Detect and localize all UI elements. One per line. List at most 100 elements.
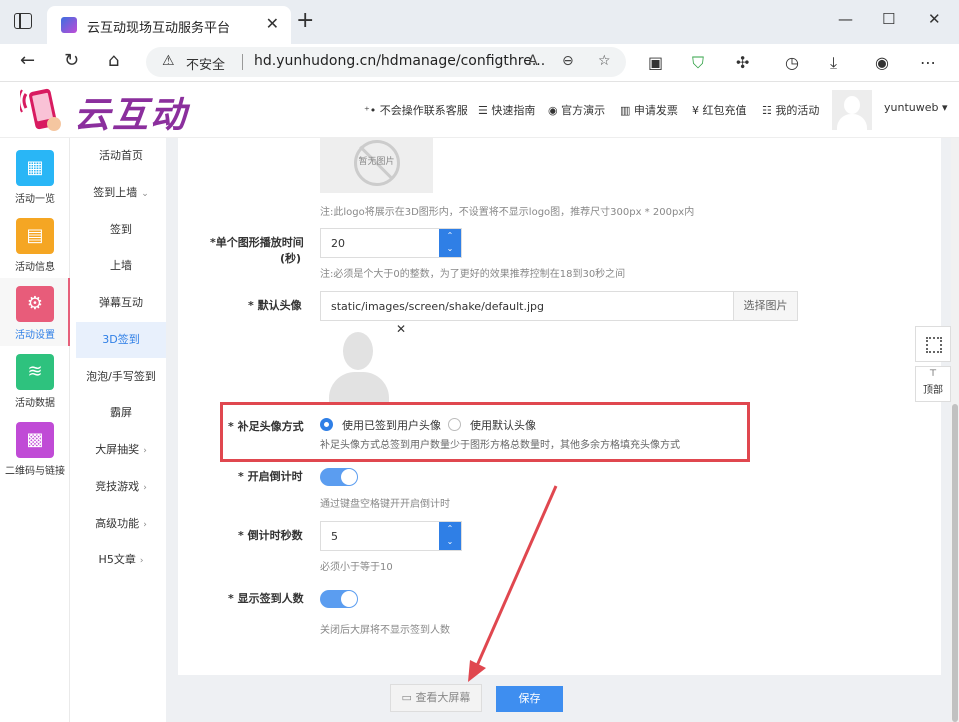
fill-option-default-radio[interactable] bbox=[448, 418, 461, 431]
extension-icon[interactable]: ▣ bbox=[648, 53, 663, 72]
header-link-guide[interactable]: ☰ 快速指南 bbox=[478, 102, 535, 118]
shield-icon[interactable]: ⛉ bbox=[692, 53, 704, 73]
countdown-seconds-value: 5 bbox=[331, 530, 338, 543]
tab-actions-icon[interactable] bbox=[14, 13, 32, 29]
maximize-icon[interactable]: ☐ bbox=[882, 10, 895, 28]
header-link-my-activity[interactable]: ☷ 我的活动 bbox=[762, 102, 819, 118]
database-icon: ≋ bbox=[16, 354, 54, 390]
sidebar-item-label: 活动一览 bbox=[15, 194, 55, 205]
submenu-item-signin-wall[interactable]: 签到上墙 ⌄ bbox=[76, 175, 166, 211]
refresh-icon[interactable]: ↻ bbox=[64, 50, 79, 71]
show-count-toggle[interactable] bbox=[320, 590, 358, 608]
submenu-item-games[interactable]: 竞技游戏 › bbox=[76, 469, 166, 505]
qrcode-icon bbox=[926, 337, 942, 353]
site-header: 云互动 ⁺• 不会操作联系客服 ☰ 快速指南 ◉ 官方演示 ▥ 申请发票 ¥ 红… bbox=[0, 82, 959, 138]
puzzle-icon[interactable]: ✣ bbox=[736, 53, 749, 72]
submenu-item-advanced[interactable]: 高级功能 › bbox=[76, 506, 166, 542]
sidebar-item-settings[interactable]: ⚙ 活动设置 bbox=[0, 278, 70, 346]
countdown-seconds-input[interactable]: 5 ⌃ ⌄ bbox=[320, 521, 462, 551]
home-icon[interactable]: ⌂ bbox=[108, 50, 119, 71]
qrcode-icon: ▩ bbox=[16, 422, 54, 458]
duration-unit: (秒) bbox=[280, 252, 302, 265]
url-text: hd.yunhudong.cn/hdmanage/configthre... bbox=[254, 53, 546, 69]
submenu-item-takeover[interactable]: 霸屏 bbox=[76, 395, 166, 431]
show-count-hint: 关闭后大屏将不显示签到人数 bbox=[320, 625, 450, 636]
sidebar-item-label: 二维码与链接 bbox=[5, 466, 65, 477]
header-link-support[interactable]: ⁺• 不会操作联系客服 bbox=[364, 102, 468, 118]
more-icon[interactable]: ⋯ bbox=[920, 53, 936, 72]
duration-input[interactable]: 20 ⌃ ⌄ bbox=[320, 228, 462, 258]
history-icon[interactable]: ◷ bbox=[785, 53, 799, 72]
fill-option-signed-label[interactable]: 使用已签到用户头像 bbox=[342, 417, 441, 433]
back-to-top-label: 顶部 bbox=[923, 385, 943, 396]
submenu-item-label: 活动首页 bbox=[99, 149, 143, 162]
submenu-item-wall[interactable]: 上墙 bbox=[76, 248, 166, 284]
browser-tab[interactable]: 云互动现场互动服务平台 ✕ bbox=[47, 6, 291, 44]
header-link-demo-label: 官方演示 bbox=[561, 104, 606, 117]
sidebar-item-info[interactable]: ▤ 活动信息 bbox=[0, 210, 70, 278]
header-link-invoice[interactable]: ▥ 申请发票 bbox=[620, 102, 678, 118]
submenu-item-home[interactable]: 活动首页 bbox=[76, 138, 166, 174]
read-aloud-icon[interactable]: A bbox=[528, 53, 538, 69]
show-count-label: * 显示签到人数 bbox=[228, 592, 304, 605]
url-divider bbox=[242, 54, 243, 70]
minimize-icon[interactable]: — bbox=[838, 10, 853, 28]
sidebar-item-overview[interactable]: ▦ 活动一览 bbox=[0, 142, 70, 210]
remove-avatar-icon[interactable]: ✕ bbox=[396, 322, 406, 336]
page-scrollbar[interactable] bbox=[951, 138, 959, 722]
chevron-right-icon: › bbox=[143, 483, 147, 493]
submenu-item-bubble[interactable]: 泡泡/手写签到 bbox=[76, 359, 166, 395]
submenu-item-label: 泡泡/手写签到 bbox=[86, 370, 156, 383]
countdown-toggle[interactable] bbox=[320, 468, 358, 486]
countdown-seconds-stepper[interactable]: ⌃ ⌄ bbox=[439, 522, 461, 550]
submenu-item-signin[interactable]: 签到 bbox=[76, 212, 166, 248]
countdown-hint: 通过键盘空格键开开启倒计时 bbox=[320, 499, 450, 510]
username-dropdown[interactable]: yuntuweb ▾ bbox=[884, 101, 948, 114]
fill-option-signed-radio[interactable] bbox=[320, 418, 333, 431]
sidebar-item-qrcode[interactable]: ▩ 二维码与链接 bbox=[0, 414, 70, 482]
avatar-path-value: static/images/screen/shake/default.jpg bbox=[331, 300, 544, 313]
header-link-support-label: 不会操作联系客服 bbox=[379, 104, 468, 117]
submenu-item-3d-signin[interactable]: 3D签到 bbox=[76, 322, 166, 358]
fill-mode-hint: 补足头像方式总签到用户数量少于图形方格总数量时，其他多余方格填充头像方式 bbox=[320, 440, 680, 451]
chevron-right-icon: › bbox=[143, 520, 147, 530]
header-link-demo[interactable]: ◉ 官方演示 bbox=[548, 102, 605, 118]
url-input[interactable]: ⚠ 不安全 hd.yunhudong.cn/hdmanage/configthr… bbox=[146, 47, 626, 77]
avatar[interactable] bbox=[832, 90, 872, 130]
save-button[interactable]: 保存 bbox=[496, 686, 563, 712]
submenu-item-label: 弹幕互动 bbox=[99, 296, 143, 309]
avatar-path-input[interactable]: static/images/screen/shake/default.jpg bbox=[320, 291, 734, 321]
submenu-item-h5[interactable]: H5文章 › bbox=[76, 542, 166, 578]
fill-option-default-label[interactable]: 使用默认头像 bbox=[470, 417, 536, 433]
back-icon[interactable]: ← bbox=[20, 50, 35, 71]
submenu-item-danmaku[interactable]: 弹幕互动 bbox=[76, 285, 166, 321]
close-window-icon[interactable]: ✕ bbox=[928, 10, 941, 28]
arrow-up-icon: ⊤ bbox=[929, 369, 937, 379]
close-tab-icon[interactable]: ✕ bbox=[266, 14, 279, 33]
document-icon: ▤ bbox=[16, 218, 54, 254]
username-label: yuntuweb bbox=[884, 101, 939, 114]
favorite-icon[interactable]: ☆ bbox=[598, 53, 611, 69]
submenu-item-lottery[interactable]: 大屏抽奖 › bbox=[76, 432, 166, 468]
sidebar-item-data[interactable]: ≋ 活动数据 bbox=[0, 346, 70, 414]
pick-image-button[interactable]: 选择图片 bbox=[733, 291, 798, 321]
header-link-recharge[interactable]: ¥ 红包充值 bbox=[692, 102, 747, 118]
zoom-icon[interactable]: ⊖ bbox=[562, 53, 574, 69]
countdown-seconds-hint: 必须小于等于10 bbox=[320, 562, 393, 573]
chevron-right-icon: › bbox=[139, 556, 144, 566]
duration-stepper[interactable]: ⌃ ⌄ bbox=[439, 229, 461, 257]
gear-icon: ⚙ bbox=[16, 286, 54, 322]
new-tab-icon[interactable]: + bbox=[296, 10, 314, 32]
view-big-screen-button[interactable]: ▭ 查看大屏幕 bbox=[390, 684, 482, 712]
duration-label: *单个图形播放时间 bbox=[210, 236, 304, 249]
tab-title: 云互动现场互动服务平台 bbox=[87, 21, 231, 36]
qrcode-float-button[interactable] bbox=[915, 326, 951, 362]
address-bar-row: ← ↻ ⌂ ⚠ 不安全 hd.yunhudong.cn/hdmanage/con… bbox=[0, 44, 959, 82]
back-to-top-button[interactable]: ⊤ 顶部 bbox=[915, 366, 951, 402]
submenu-item-label: 竞技游戏 bbox=[95, 480, 140, 493]
logo-text: 云互动 bbox=[74, 95, 189, 136]
header-link-recharge-label: 红包充值 bbox=[702, 104, 747, 117]
download-icon[interactable]: ⤓ bbox=[830, 53, 837, 73]
profile-icon[interactable]: ◉ bbox=[875, 53, 889, 72]
countdown-seconds-label: * 倒计时秒数 bbox=[238, 529, 303, 542]
